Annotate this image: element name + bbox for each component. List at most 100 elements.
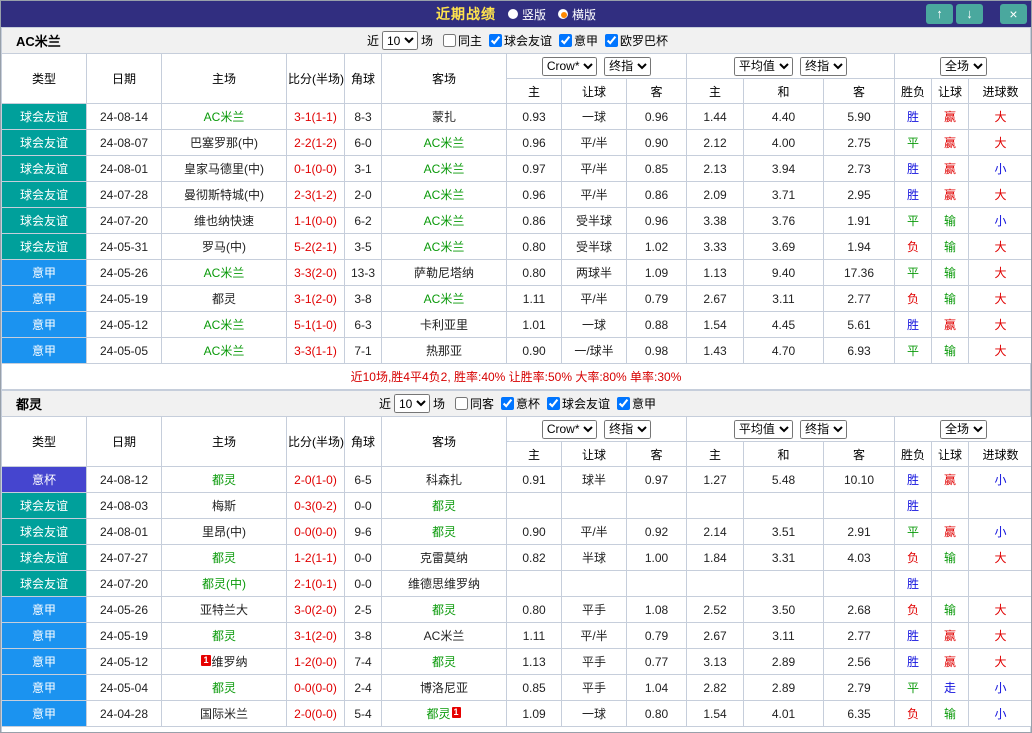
competition-badge: 意甲 [2,701,86,726]
avg-odds-draw: 2.89 [744,649,824,675]
league-checkbox[interactable] [501,397,514,410]
handicap-result: 输 [932,234,969,260]
match-result: 胜 [895,182,932,208]
match-date: 24-07-27 [87,545,162,571]
index-type-select-2[interactable]: 终指 [800,57,847,76]
corner-score: 8-3 [345,104,382,130]
same-venue-checkbox[interactable] [443,34,456,47]
league-checkbox[interactable] [559,34,572,47]
same-venue-filter[interactable]: 同客 [455,395,494,412]
league-checkbox[interactable] [605,34,618,47]
match-date: 24-07-28 [87,182,162,208]
league-checkbox[interactable] [489,34,502,47]
col-header-goals: 进球数 [969,79,1032,104]
view-option-vertical[interactable]: 竖版 [508,6,546,23]
same-venue-filter[interactable]: 同主 [443,32,482,49]
summary-line: 近10场,胜4平4负2, 胜率:40% 让胜率:50% 大率:80% 单率:30… [1,364,1031,390]
avg-odds-home: 3.13 [687,649,744,675]
league-filter-serie-a[interactable]: 意甲 [559,32,598,49]
goals-result: 小 [969,675,1032,701]
league-checkbox[interactable] [547,397,560,410]
corner-score: 0-0 [345,493,382,519]
col-header-away: 客场 [382,54,507,104]
match-date: 24-07-20 [87,571,162,597]
competition-type-cell: 意甲 [2,286,87,312]
match-date: 24-08-03 [87,493,162,519]
bookmaker-select[interactable]: Crow* [542,57,597,76]
handicap-result: 走 [932,675,969,701]
col-header-odds-home: 主 [507,79,562,104]
match-row: 球会友谊24-08-03梅斯0-3(0-2)0-0都灵胜 [2,493,1032,519]
match-count-select[interactable]: 10 [394,394,430,413]
match-date: 24-05-19 [87,286,162,312]
average-select[interactable]: 平均值 [734,420,793,439]
goals-result: 大 [969,182,1032,208]
move-up-button[interactable]: ↑ [926,4,953,24]
goals-result: 小 [969,467,1032,493]
col-header-handicap-result: 让球 [932,442,969,467]
match-row: 意甲24-05-121维罗纳1-2(0-0)7-4都灵1.13平手0.773.1… [2,649,1032,675]
competition-badge: 意甲 [2,338,86,363]
competition-badge: 球会友谊 [2,208,86,233]
team-label: 都灵 [212,551,236,565]
match-date: 24-08-14 [87,104,162,130]
avg-odds-away: 1.94 [824,234,895,260]
avg-odds-draw: 3.76 [744,208,824,234]
competition-type-cell: 意杯 [2,467,87,493]
index-type-select[interactable]: 终指 [604,57,651,76]
league-filter-europa[interactable]: 欧罗巴杯 [605,32,668,49]
close-button[interactable]: × [1000,4,1027,24]
match-result: 平 [895,130,932,156]
corner-score: 9-6 [345,519,382,545]
corner-score: 2-0 [345,182,382,208]
same-venue-checkbox[interactable] [455,397,468,410]
match-score: 3-1(2-0) [287,623,345,649]
corner-score: 3-1 [345,156,382,182]
match-date: 24-05-26 [87,260,162,286]
index-type-select-2[interactable]: 终指 [800,420,847,439]
competition-type-cell: 意甲 [2,701,87,727]
league-filter-coppa[interactable]: 意杯 [501,395,540,412]
handicap-odds-away: 0.77 [627,649,687,675]
match-date: 24-05-12 [87,649,162,675]
index-type-select[interactable]: 终指 [604,420,651,439]
avg-odds-home: 3.38 [687,208,744,234]
avg-odds-home [687,493,744,519]
competition-type-cell: 球会友谊 [2,234,87,260]
col-header-odds-away: 客 [627,442,687,467]
goals-result: 大 [969,623,1032,649]
average-select[interactable]: 平均值 [734,57,793,76]
league-filter-friendly[interactable]: 球会友谊 [547,395,610,412]
league-filter-serie-a[interactable]: 意甲 [617,395,656,412]
scope-select[interactable]: 全场 [940,57,987,76]
bookmaker-select[interactable]: Crow* [542,420,597,439]
handicap-line: 受半球 [562,208,627,234]
col-header-away: 客场 [382,417,507,467]
corner-score: 7-4 [345,649,382,675]
red-card-badge: 1 [201,655,210,666]
avg-odds-home: 2.14 [687,519,744,545]
match-score: 0-0(0-0) [287,519,345,545]
avg-odds-draw: 3.11 [744,623,824,649]
handicap-result: 赢 [932,649,969,675]
handicap-odds-away: 1.00 [627,545,687,571]
match-result: 胜 [895,571,932,597]
match-row: 球会友谊24-08-01皇家马德里(中)0-1(0-0)3-1AC米兰0.97平… [2,156,1032,182]
move-down-button[interactable]: ↓ [956,4,983,24]
col-header-avg-home: 主 [687,442,744,467]
goals-result: 小 [969,156,1032,182]
team-label: 卡利亚里 [420,318,468,332]
handicap-result [932,571,969,597]
same-venue-label: 同主 [458,32,482,49]
view-option-horizontal[interactable]: 横版 [558,6,596,23]
home-team: 国际米兰 [162,701,287,727]
league-checkbox[interactable] [617,397,630,410]
handicap-result: 输 [932,208,969,234]
match-date: 24-08-12 [87,467,162,493]
titlebar-buttons: ↑ ↓ × [926,4,1027,24]
league-filter-friendly[interactable]: 球会友谊 [489,32,552,49]
scope-select[interactable]: 全场 [940,420,987,439]
home-team: 维也纳快速 [162,208,287,234]
match-count-select[interactable]: 10 [382,31,418,50]
away-team: AC米兰 [382,182,507,208]
